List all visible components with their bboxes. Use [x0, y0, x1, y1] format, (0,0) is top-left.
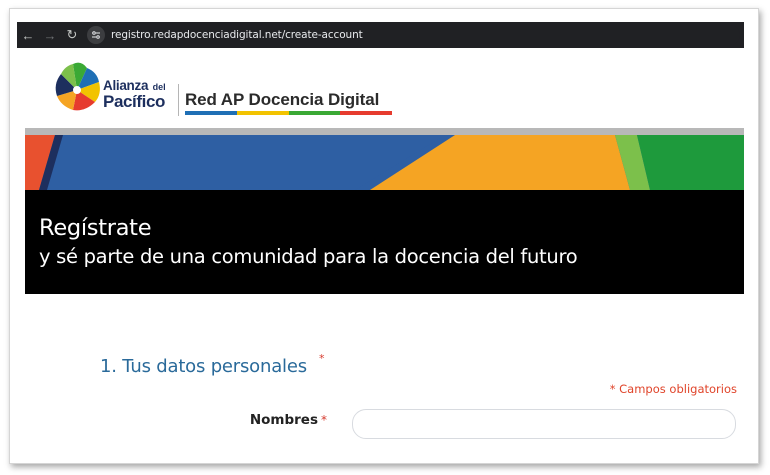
- back-button[interactable]: ←: [17, 22, 39, 48]
- back-arrow-icon: ←: [21, 27, 35, 43]
- logo-divider: [178, 84, 179, 116]
- color-bar-blue: [185, 111, 237, 115]
- reload-icon: ↻: [66, 27, 78, 42]
- nombres-input[interactable]: [352, 409, 736, 439]
- reload-button[interactable]: ↻: [61, 22, 83, 48]
- site-header: Alianza del Pacífico Red AP Docencia Dig…: [25, 48, 744, 128]
- browser-toolbar: ← → ↻ registro.redapdocenciadigital.net/…: [17, 22, 744, 48]
- color-bar-red: [340, 111, 392, 115]
- banner-subtitle: y sé parte de una comunidad para la doce…: [39, 245, 578, 268]
- color-bar-yellow: [236, 111, 289, 115]
- address-bar[interactable]: registro.redapdocenciadigital.net/create…: [87, 25, 740, 45]
- forward-arrow-icon: →: [43, 27, 57, 43]
- section-required-mark: *: [319, 352, 325, 365]
- nombres-required-mark: *: [321, 413, 327, 427]
- banner-color-stripes: [25, 135, 744, 190]
- pacifico-text: Pacífico: [103, 92, 165, 111]
- banner-title: Regístrate: [39, 215, 152, 241]
- banner: Regístrate y sé parte de una comunidad p…: [25, 190, 744, 294]
- url-text: registro.redapdocenciadigital.net/create…: [111, 29, 363, 41]
- required-fields-note: * Campos obligatorios: [609, 382, 737, 396]
- nombres-label: Nombres *: [250, 412, 327, 428]
- network-color-bar: [185, 111, 392, 115]
- nombres-label-text: Nombres: [249, 412, 318, 428]
- network-name: Red AP Docencia Digital: [185, 90, 380, 109]
- site-settings-icon[interactable]: [87, 26, 105, 44]
- section-title-personal-data: 1. Tus datos personales: [100, 356, 307, 377]
- forward-button[interactable]: →: [39, 22, 61, 48]
- alianza-text: Alianza: [103, 78, 149, 93]
- alianza-pacifico-wordmark: Alianza del Pacífico: [103, 78, 166, 110]
- del-text: del: [152, 82, 166, 92]
- color-bar-green: [288, 111, 341, 115]
- banner-top-strip: [25, 128, 744, 135]
- alianza-pacifico-logo-icon: [55, 62, 100, 111]
